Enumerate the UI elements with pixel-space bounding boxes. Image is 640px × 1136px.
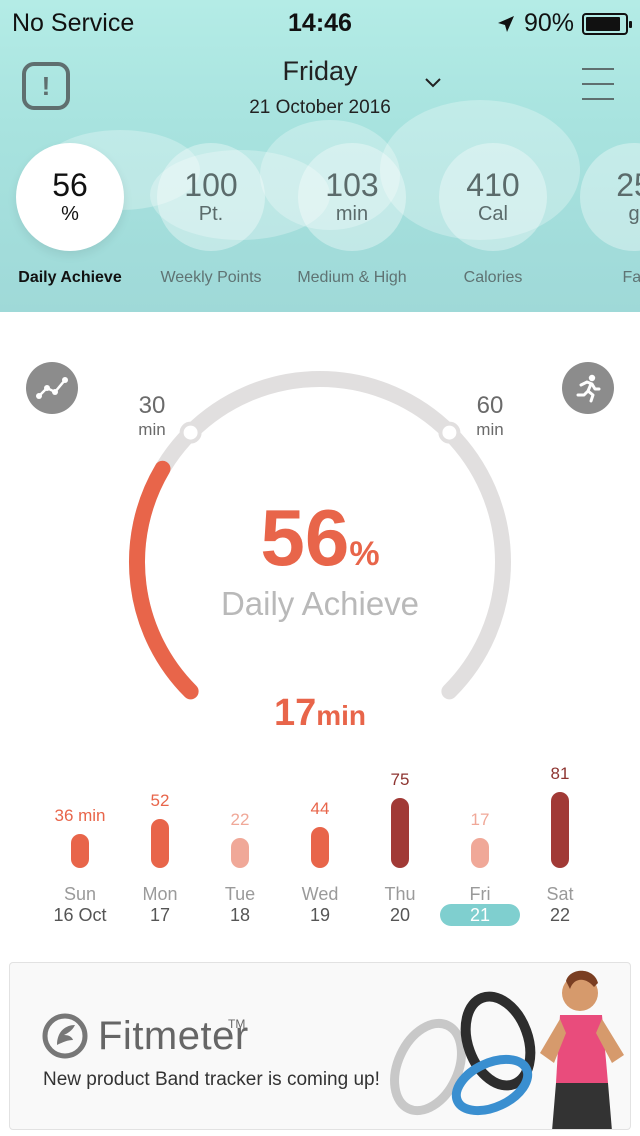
mark-right-label: 60 min (460, 392, 520, 440)
metric-circle: 100 Pt. (157, 143, 265, 251)
battery-percent: 90% (523, 9, 574, 37)
achieve-percent: 56% (0, 492, 640, 584)
ad-product-image (390, 970, 624, 1129)
day-value: 52 (150, 791, 170, 811)
ad-brand: Fitmeter (98, 1013, 249, 1058)
date-selector[interactable]: Friday 21 October 2016 (0, 56, 640, 119)
day-column-thu[interactable]: 75 Thu 20 (360, 760, 440, 930)
day-column-mon[interactable]: 52 Mon 17 (120, 760, 200, 930)
day-column-wed[interactable]: 44 Wed 19 (280, 760, 360, 930)
day-date: 19 (309, 905, 331, 925)
day-bar (311, 826, 329, 868)
battery-fill (586, 16, 621, 31)
day-name: Wed (301, 884, 339, 904)
day-name: Tue (224, 884, 256, 904)
day-date: 18 (229, 905, 251, 925)
day-bar (151, 819, 169, 868)
day-value: 36 min (54, 806, 106, 826)
day-date: 17 (149, 905, 171, 925)
day-value: 17 (470, 810, 490, 829)
metric-value: 100 (184, 167, 238, 203)
achieve-minutes-unit: min (316, 700, 367, 731)
day-column-tue[interactable]: 22 Tue 18 (200, 760, 280, 930)
day-column-fri[interactable]: 17 Fri 21 (440, 760, 520, 930)
metric-2[interactable]: 103 min Medium & High (282, 143, 422, 287)
metric-label: Weekly Points (160, 269, 262, 286)
mark-right-value: 60 (476, 392, 504, 419)
metric-label: Daily Achieve (18, 269, 122, 286)
ad-text: New product Band tracker is coming up! (43, 1069, 380, 1090)
day-column-sat[interactable]: 81 Sat 22 (520, 760, 600, 930)
metric-unit: % (61, 203, 79, 225)
metric-circle: 25g (580, 143, 640, 251)
ad-logo: Fitmeter (42, 1013, 249, 1059)
day-date: 20 (389, 905, 411, 925)
day-bar (71, 834, 89, 868)
day-name: Sun (63, 884, 97, 904)
mark-right-unit: min (476, 420, 504, 439)
header-panel: No Service 14:46 90% ! Friday 21 October… (0, 0, 640, 312)
gauge-mark-30 (179, 421, 202, 444)
day-value: 75 (390, 769, 410, 789)
metric-value: 56 (52, 167, 88, 203)
metric-unit: g (628, 203, 640, 225)
gauge-title: Daily Achieve (220, 585, 420, 622)
day-bar (391, 797, 409, 868)
chevron-down-icon[interactable] (424, 74, 442, 92)
metric-value: 410 (466, 167, 520, 203)
achieve-percent-sign: % (349, 535, 380, 573)
metric-unit: Pt. (198, 203, 224, 225)
gauge-mark-60 (438, 421, 461, 444)
metric-label: Medium & High (297, 269, 407, 286)
day-value: 81 (550, 764, 570, 783)
metric-value: 103 (325, 167, 379, 203)
mark-left-label: 30 min (122, 392, 182, 440)
metrics-carousel[interactable]: 56% Daily Achieve 100 Pt. Weekly Points 103 mi… (0, 143, 640, 293)
metric-circle: 103 min (298, 143, 406, 251)
day-name: Fri (469, 884, 491, 904)
metric-circle: 410 Cal (439, 143, 547, 251)
day-bar (471, 838, 489, 868)
status-right: 90% (496, 9, 632, 38)
metric-unit: min (335, 203, 369, 225)
status-bar: No Service 14:46 90% (0, 0, 640, 44)
day-date: 22 (549, 905, 571, 925)
mark-left-value: 30 (138, 392, 166, 419)
day-bar (231, 838, 249, 868)
mark-left-unit: min (138, 420, 166, 439)
day-name: Mon (142, 884, 178, 904)
achieve-minutes: 17min (0, 692, 640, 735)
location-arrow-icon (497, 15, 514, 32)
menu-icon[interactable] (582, 68, 614, 104)
achieve-percent-value: 56 (260, 493, 350, 582)
day-column-sun[interactable]: 36 min Sun 16 Oct (40, 760, 120, 930)
metric-1[interactable]: 100 Pt. Weekly Points (141, 143, 281, 287)
ad-trademark: TM (228, 1017, 246, 1031)
metric-3[interactable]: 410 Cal Calories (423, 143, 563, 287)
day-date: 21 (469, 905, 491, 925)
day-bar (551, 792, 569, 868)
metric-0[interactable]: 56% Daily Achieve (0, 143, 140, 287)
metric-label: Calories (463, 269, 523, 286)
date-text: 21 October 2016 (249, 97, 391, 118)
battery-icon (582, 12, 632, 35)
fitmeter-logo-icon (42, 1013, 88, 1059)
achieve-minutes-value: 17 (273, 692, 317, 734)
day-name: Sat (546, 884, 574, 904)
metric-label: Fat (622, 269, 640, 286)
day-name: Thu (384, 884, 416, 904)
metric-value: 25 (616, 167, 640, 203)
metric-circle: 56% (16, 143, 124, 251)
metric-unit: Cal (477, 203, 508, 225)
day-name: Friday (282, 56, 358, 86)
day-value: 22 (230, 810, 250, 829)
metric-4[interactable]: 25g Fat (564, 143, 640, 287)
weekly-chart: 36 min Sun 16 Oct 52 Mon 17 22 Tue 18 44 Wed 19 75 Th… (40, 760, 600, 930)
day-value: 44 (310, 798, 330, 818)
ad-banner[interactable]: Fitmeter TM New product Band tracker is … (9, 962, 631, 1130)
day-date: 16 Oct (53, 905, 107, 925)
